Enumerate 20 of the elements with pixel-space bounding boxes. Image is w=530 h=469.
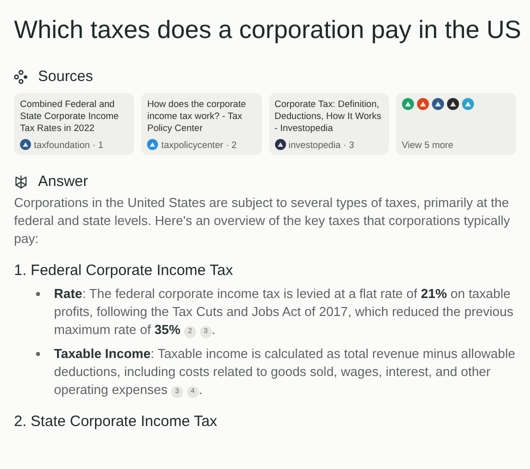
answer-paragraph: Corporations in the United States are subject to several types of taxes, primarily at the federal and state levels. Here's an overview of the key taxes that corporations typically pay:	[14, 194, 512, 248]
source-site: taxpolicycenter · 2	[161, 140, 237, 150]
subheading: 2. State Corporate Income Tax	[14, 413, 218, 430]
source-title: Combined Federal and State Corporate Income Tax Rates in 2022	[20, 98, 120, 134]
bullet-icon	[36, 292, 40, 296]
subheading: 1. Federal Corporate Income Tax	[14, 262, 234, 279]
source-site: taxfoundation · 1	[34, 140, 104, 150]
section-heading: Sources	[38, 68, 94, 85]
answer-logo-icon	[14, 174, 28, 188]
source-card[interactable]: How does the corporate income tax work? - Tax Policy Center taxpolicycenter · 2	[141, 93, 262, 155]
section-heading: Answer	[38, 173, 88, 190]
source-title: How does the corporate income tax work? - Tax Policy Center	[147, 98, 247, 134]
source-card[interactable]: Corporate Tax: Definition, Deductions, How It Works - Investopedia investopedia · 3	[268, 93, 389, 155]
view-more-label: View 5 more	[402, 140, 454, 150]
dots-icon	[14, 70, 28, 84]
bullet-icon	[36, 352, 40, 356]
more-sources-card[interactable]: View 5 more	[396, 93, 516, 155]
source-title: Corporate Tax: Definition, Deductions, How It Works - Investopedia	[274, 98, 382, 134]
source-site: investopedia · 3	[288, 140, 354, 150]
source-card[interactable]: Combined Federal and State Corporate Income Tax Rates in 2022 taxfoundation · 1	[14, 93, 134, 155]
